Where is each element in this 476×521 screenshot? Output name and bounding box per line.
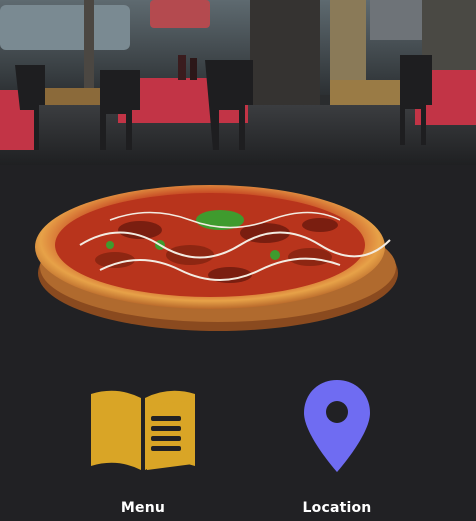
restaurant-interior-photo	[0, 0, 476, 165]
location-button[interactable]: Location	[257, 380, 417, 521]
location-pin-icon	[304, 380, 370, 472]
menu-button[interactable]: Menu	[63, 380, 223, 521]
location-label: Location	[302, 500, 372, 516]
pizza-photo	[20, 175, 410, 335]
menu-label: Menu	[120, 500, 166, 516]
menu-book-icon	[91, 390, 195, 470]
